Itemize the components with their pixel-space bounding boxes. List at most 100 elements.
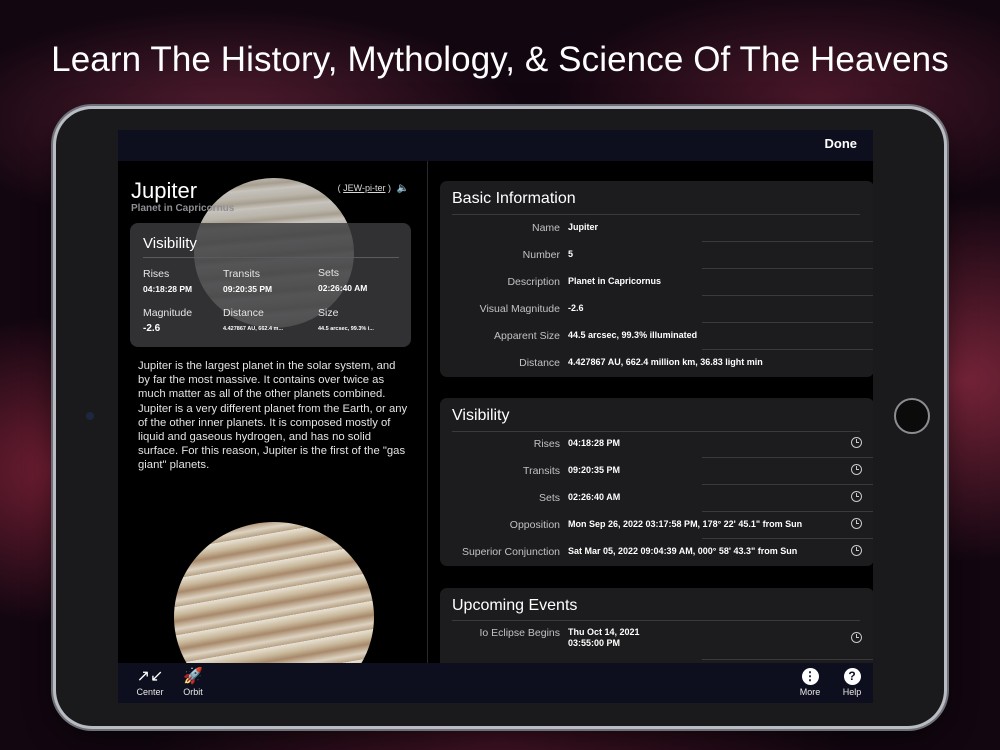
info-value: Planet in Capricornus <box>568 276 662 286</box>
visibility-row-transits[interactable]: Transits 09:20:35 PM <box>440 458 873 485</box>
info-row-number: Number 5 <box>440 242 873 269</box>
info-value: -2.6 <box>568 303 584 313</box>
info-label: Distance <box>519 357 560 369</box>
transits-label: Transits <box>223 268 260 280</box>
visibility-row-superior-conjunction[interactable]: Superior Conjunction Sat Mar 05, 2022 09… <box>440 539 873 566</box>
info-value: 5 <box>568 249 574 259</box>
info-row-distance: Distance 4.427867 AU, 662.4 million km, … <box>440 350 873 377</box>
rises-value: 04:18:28 PM <box>143 284 193 294</box>
size-label: Size <box>318 307 339 319</box>
transits-cell: Transits 09:20:35 PM <box>223 268 272 294</box>
event-row[interactable]: Io Eclipse Begins Thu Oct 14, 2021 03:55… <box>440 620 873 660</box>
pron-close: ) <box>388 183 392 193</box>
magnitude-value: -2.6 <box>143 323 161 334</box>
event-label: Io Eclipse Begins <box>479 627 560 639</box>
upcoming-events-section: Upcoming Events Io Eclipse Begins Thu Oc… <box>440 588 873 665</box>
visibility-value: Sat Mar 05, 2022 09:04:39 AM, 000° 58' 4… <box>568 546 798 556</box>
visibility-label: Sets <box>538 492 560 504</box>
pronunciation[interactable]: ( JEW-pi-ter ) 🔈 <box>338 183 409 194</box>
distance-cell: Distance 4.427867 AU, 662.4 m... <box>223 307 283 332</box>
headline: Learn The History, Mythology, & Science … <box>51 40 949 79</box>
ipad-frame: Done Jupiter Planet in Capricornus ( JEW… <box>56 109 944 726</box>
rises-cell: Rises 04:18:28 PM <box>143 268 192 294</box>
clock-icon[interactable] <box>851 518 862 529</box>
app-screen: Done Jupiter Planet in Capricornus ( JEW… <box>118 130 873 703</box>
basic-information-section: Basic Information Name Jupiter Number 5 … <box>440 181 873 377</box>
planet-name: Jupiter <box>131 178 198 203</box>
planet-description: Jupiter is the largest planet in the sol… <box>138 360 408 472</box>
clock-icon[interactable] <box>851 632 862 643</box>
speaker-icon[interactable]: 🔈 <box>397 183 409 194</box>
clock-icon[interactable] <box>851 437 862 448</box>
sets-label: Sets <box>318 267 340 279</box>
center-arrows-icon: ↗↙ <box>136 668 164 685</box>
size-value: 44.5 arcsec, 99.3% i... <box>318 326 374 332</box>
visibility-label: Superior Conjunction <box>461 546 560 558</box>
visibility-label: Rises <box>533 438 560 450</box>
event-time: 03:55:00 PM <box>568 638 621 648</box>
row-divider <box>702 659 873 660</box>
clock-icon[interactable] <box>851 491 862 502</box>
info-label: Number <box>522 249 560 261</box>
orbit-button[interactable]: 🚀 Orbit <box>178 666 208 697</box>
transits-value: 09:20:35 PM <box>223 284 273 294</box>
help-icon: ? <box>843 668 861 686</box>
camera-dot <box>86 412 94 420</box>
help-label: Help <box>842 687 862 697</box>
info-value: Jupiter <box>568 222 599 232</box>
visibility-value: 02:26:40 AM <box>568 492 621 502</box>
object-details-pane: Basic Information Name Jupiter Number 5 … <box>428 161 873 665</box>
info-row-description: Description Planet in Capricornus <box>440 269 873 296</box>
info-value: 44.5 arcsec, 99.3% illuminated <box>568 330 698 340</box>
pronunciation-link[interactable]: JEW-pi-ter <box>343 183 385 193</box>
center-button[interactable]: ↗↙ Center <box>134 666 166 697</box>
pron-open: ( <box>337 183 341 193</box>
magnitude-cell: Magnitude -2.6 <box>143 307 192 334</box>
size-cell: Size 44.5 arcsec, 99.3% i... <box>318 307 374 332</box>
upcoming-events-title: Upcoming Events <box>452 597 578 614</box>
distance-label: Distance <box>223 307 264 319</box>
visibility-row-opposition[interactable]: Opposition Mon Sep 26, 2022 03:17:58 PM,… <box>440 512 873 539</box>
visibility-card: Visibility Rises 04:18:28 PM Transits 09… <box>130 223 411 347</box>
home-button[interactable] <box>894 398 930 434</box>
visibility-row-rises[interactable]: Rises 04:18:28 PM <box>440 431 873 458</box>
center-label: Center <box>136 687 164 697</box>
clock-icon[interactable] <box>851 464 862 475</box>
done-button[interactable]: Done <box>825 136 858 151</box>
more-button[interactable]: ⋮ More <box>796 666 824 697</box>
info-row-visual-magnitude: Visual Magnitude -2.6 <box>440 296 873 323</box>
event-value: Thu Oct 14, 2021 03:55:00 PM <box>568 627 640 649</box>
bottom-toolbar: ↗↙ Center 🚀 Orbit ⋮ More ? Help <box>118 663 873 703</box>
object-summary-pane: Jupiter Planet in Capricornus ( JEW-pi-t… <box>118 161 427 665</box>
visibility-value: Mon Sep 26, 2022 03:17:58 PM, 178° 22' 4… <box>568 519 803 529</box>
visibility-label: Transits <box>523 465 560 477</box>
visibility-label: Opposition <box>509 519 560 531</box>
basic-information-title: Basic Information <box>452 190 576 207</box>
visibility-title: Visibility <box>452 407 510 424</box>
visibility-value: 04:18:28 PM <box>568 438 621 448</box>
visibility-row-sets[interactable]: Sets 02:26:40 AM <box>440 485 873 512</box>
event-date: Thu Oct 14, 2021 <box>568 627 640 637</box>
info-value: 4.427867 AU, 662.4 million km, 36.83 lig… <box>568 357 763 367</box>
jupiter-image-bottom <box>174 522 374 665</box>
distance-value: 4.427867 AU, 662.4 m... <box>223 326 284 332</box>
planet-subtitle: Planet in Capricornus <box>131 203 235 214</box>
info-label: Visual Magnitude <box>479 303 560 315</box>
info-label: Name <box>531 222 560 234</box>
clock-icon[interactable] <box>851 545 862 556</box>
top-bar: Done <box>118 130 873 161</box>
visibility-card-title: Visibility <box>143 235 197 252</box>
info-row-apparent-size: Apparent Size 44.5 arcsec, 99.3% illumin… <box>440 323 873 350</box>
rises-label: Rises <box>143 268 170 280</box>
info-label: Apparent Size <box>494 330 560 342</box>
visibility-value: 09:20:35 PM <box>568 465 621 475</box>
info-row-name: Name Jupiter <box>440 215 873 242</box>
sets-value: 02:26:40 AM <box>318 283 368 293</box>
help-button[interactable]: ? Help <box>838 666 866 697</box>
card-divider <box>143 257 399 258</box>
rocket-icon: 🚀 <box>183 668 203 685</box>
magnitude-label: Magnitude <box>143 307 193 319</box>
more-label: More <box>799 687 821 697</box>
info-label: Description <box>507 276 560 288</box>
visibility-section: Visibility Rises 04:18:28 PM Transits 09… <box>440 398 873 566</box>
